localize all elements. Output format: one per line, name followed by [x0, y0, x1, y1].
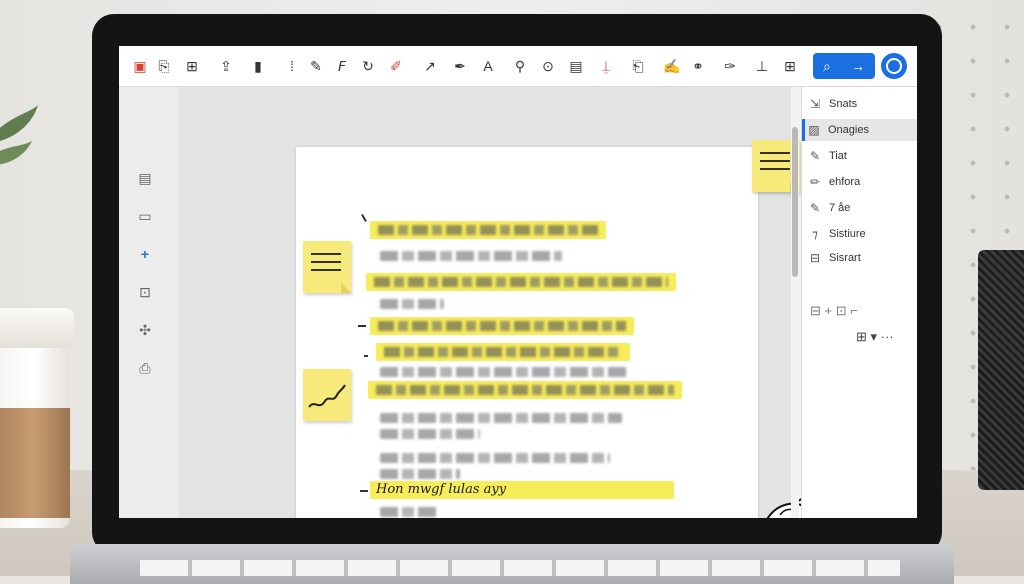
text-line [380, 469, 460, 479]
pen-icon[interactable]: ↗ [423, 54, 437, 78]
panel-item-icon: ▨ [808, 123, 820, 137]
panel-item-icon: ⊟ [809, 251, 821, 265]
panel-item-sisrart[interactable]: ⊟ Sisrart [806, 247, 916, 269]
coffee-cup [0, 308, 74, 528]
edit-icon[interactable]: ✍ [663, 54, 680, 78]
app-window: ⌕ → ▣ ⎘ ⊞ ⇪ ▮ ⁞ ✎ 𝘍 ↻ ✐ ↗ ✒ A ⚲ ⊙ ▤ ⍊ ⎗ ✍ ⚭ ✑ ⊥ ⊞ ▤ ▭ + ⊡ ✣ ⎙ [119, 46, 917, 518]
insert-icon[interactable]: ⊡ [133, 281, 157, 303]
share-icon[interactable]: ⎗ [631, 54, 645, 78]
panel-item-label: Onagies [828, 124, 869, 136]
panel-item-label: ehfora [829, 176, 861, 188]
sign-icon[interactable]: ✑ [723, 54, 737, 78]
print-icon[interactable]: ⊥ [755, 54, 769, 78]
attach-icon[interactable]: ⎙ [133, 357, 157, 379]
circle-icon [886, 58, 902, 74]
panel-item-ehfora[interactable]: ✏ ehfora [806, 171, 916, 193]
comment-icon[interactable]: ▤ [569, 54, 583, 78]
bullet-dash [360, 490, 368, 492]
search-replace-icon[interactable]: ⊙ [541, 54, 555, 78]
highlight-bar [366, 273, 676, 291]
scrollbar-thumb[interactable] [792, 127, 798, 277]
panel-item-label: Sisrart [829, 252, 861, 264]
text-line [380, 413, 622, 423]
text-icon[interactable]: A [481, 54, 495, 78]
pen-holder [978, 250, 1024, 490]
text-cursor-icon[interactable]: ⁞ [285, 54, 299, 78]
laptop-keyboard [140, 560, 900, 576]
panel-item-icon: ⁊ [812, 227, 818, 241]
profile-button[interactable] [881, 53, 907, 79]
panel-item-label: Tiat [829, 150, 847, 162]
link-icon[interactable]: ⚭ [691, 54, 705, 78]
pages-icon[interactable]: ▭ [133, 205, 157, 227]
text-line [380, 429, 480, 439]
panel-item-label: Sistiure [829, 228, 866, 240]
highlight-bar [368, 381, 682, 399]
tick-mark [361, 214, 367, 222]
panel-item-7ae[interactable]: ✎ 7 åe [806, 197, 916, 219]
stamp-icon[interactable]: ▮ [251, 54, 265, 78]
more-options-icon[interactable]: ⊞ ▾ ··· [856, 329, 894, 345]
sticky-note-signature[interactable] [303, 369, 351, 421]
highlighted-text: Hon mwgf lulas ayy [376, 482, 507, 497]
text-line [380, 507, 440, 517]
bullet-dash [358, 325, 366, 327]
underline-pen-icon[interactable]: ✎ [309, 54, 323, 78]
panel-tool-icons[interactable]: ⊟ + ⊡ ⌐ [810, 303, 858, 319]
document-viewport[interactable]: Hon mwgf lulas ayy [179, 87, 876, 518]
highlight-bar [370, 221, 606, 239]
left-rail: ▤ ▭ + ⊡ ✣ ⎙ [119, 87, 179, 518]
coffee-cup-sleeve [0, 408, 70, 518]
pin-icon[interactable]: ⚲ [513, 54, 527, 78]
panel-item-icon: ⇲ [809, 97, 821, 111]
navigate-icon[interactable]: + [133, 243, 157, 265]
upload-icon[interactable]: ⇪ [219, 54, 233, 78]
panel-item-label: Snats [829, 98, 858, 110]
text-line [380, 251, 562, 261]
highlight-bar [376, 343, 630, 361]
document-page[interactable]: Hon mwgf lulas ayy [296, 147, 876, 518]
top-toolbar: ⌕ → ▣ ⎘ ⊞ ⇪ ▮ ⁞ ✎ 𝘍 ↻ ✐ ↗ ✒ A ⚲ ⊙ ▤ ⍊ ⎗ ✍ ⚭ ✑ ⊥ ⊞ [119, 46, 917, 87]
panel-item-snats[interactable]: ⇲ Snats [806, 93, 916, 115]
panel-item-icon: ✏ [809, 175, 821, 189]
text-line [380, 299, 444, 309]
italic-text-icon[interactable]: 𝘍 [335, 54, 349, 78]
marker-icon[interactable]: ✐ [389, 54, 403, 78]
scribble-icon [308, 384, 346, 408]
arrow-right-icon: → [850, 58, 865, 74]
layout-icon[interactable]: ⊞ [185, 54, 199, 78]
grid-icon[interactable]: ⊞ [783, 54, 797, 78]
panel-item-icon: ✎ [809, 149, 821, 163]
sticky-note[interactable] [303, 241, 351, 293]
save-icon[interactable]: ⎘ [157, 54, 171, 78]
coffee-cup-lid [0, 308, 74, 348]
app-logo-icon[interactable]: ▣ [133, 54, 147, 78]
plant-leaves [0, 105, 38, 165]
search-go-button[interactable]: ⌕ → [813, 53, 875, 79]
panel-item-onagies[interactable]: ▨ Onagies [802, 119, 917, 141]
panel-item-tiat[interactable]: ✎ Tiat [806, 145, 916, 167]
text-line [380, 367, 630, 377]
highlight-icon[interactable]: ⍊ [599, 54, 613, 78]
draw-icon[interactable]: ✒ [453, 54, 467, 78]
thumbnails-icon[interactable]: ▤ [133, 167, 157, 189]
vertical-scrollbar[interactable] [791, 87, 799, 518]
search-icon: ⌕ [823, 57, 831, 74]
panel-item-sistiure[interactable]: ⁊ Sistiure [806, 223, 916, 245]
panel-item-icon: ✎ [809, 201, 821, 215]
panel-item-label: 7 åe [829, 202, 851, 214]
right-panel: ⊟ + ⊡ ⌐ ⊞ ▾ ··· ⇲ Snats ▨ Onagies ✎ Tiat ✏ ehfo… [801, 87, 917, 518]
rotate-icon[interactable]: ↻ [361, 54, 375, 78]
move-icon[interactable]: ✣ [133, 319, 157, 341]
text-line [380, 453, 610, 463]
highlight-bar-with-text: Hon mwgf lulas ayy [370, 481, 674, 499]
highlight-bar [370, 317, 634, 335]
bullet-dash [364, 355, 368, 357]
